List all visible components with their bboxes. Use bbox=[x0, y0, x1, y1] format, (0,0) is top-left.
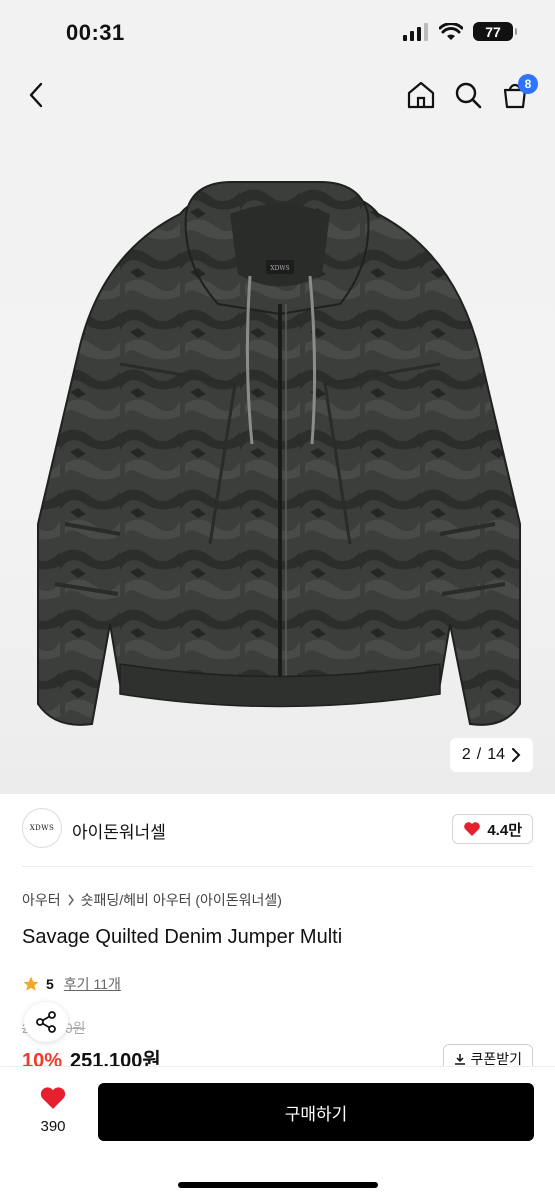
rating-row: 5 후기 11개 bbox=[22, 974, 121, 994]
breadcrumb: 아우터 숏패딩/헤비 아우터 (아이돈워너셀) bbox=[22, 890, 282, 910]
brand-like-count: 4.4만 bbox=[487, 821, 522, 839]
review-link[interactable]: 후기 11개 bbox=[64, 974, 121, 994]
rating-score: 5 bbox=[46, 976, 54, 992]
product-label-text: XDWS bbox=[270, 265, 289, 272]
bottom-action-bar: 390 구매하기 bbox=[0, 1066, 555, 1200]
page-current: 2 bbox=[461, 746, 471, 763]
share-icon bbox=[36, 1011, 56, 1033]
page-total: 14 bbox=[487, 746, 505, 763]
brand-row[interactable]: XDWS 아이돈워너셀 4.4만 bbox=[22, 808, 533, 854]
status-bar: 00:31 77 bbox=[0, 0, 555, 64]
product-title: Savage Quilted Denim Jumper Multi bbox=[22, 926, 343, 948]
brand-logo-text: XDWS bbox=[29, 824, 55, 832]
product-image-carousel[interactable]: 8 XDWS 2 / 14 bbox=[0, 64, 555, 794]
wishlist-count: 390 bbox=[40, 1118, 66, 1135]
chevron-right-icon bbox=[512, 748, 521, 762]
buy-button[interactable]: 구매하기 bbox=[98, 1083, 534, 1141]
status-time: 00:31 bbox=[66, 20, 125, 45]
brand-logo[interactable]: XDWS bbox=[22, 808, 62, 848]
status-icons: 77 bbox=[403, 22, 517, 41]
brand-name[interactable]: 아이돈워너셀 bbox=[72, 818, 166, 843]
product-photo: XDWS bbox=[37, 181, 521, 726]
battery-indicator: 77 bbox=[473, 22, 517, 41]
breadcrumb-item[interactable]: 숏패딩/헤비 아우터 (아이돈워너셀) bbox=[81, 890, 282, 910]
image-page-indicator[interactable]: 2 / 14 bbox=[449, 738, 533, 772]
brand-like-button[interactable]: 4.4만 bbox=[452, 814, 533, 844]
page-separator: / bbox=[476, 746, 482, 763]
share-button[interactable] bbox=[24, 1002, 68, 1042]
signal-icon bbox=[403, 22, 428, 41]
chevron-right-icon bbox=[68, 894, 74, 906]
heart-icon bbox=[464, 822, 481, 836]
home-indicator bbox=[178, 1182, 378, 1188]
wishlist-button[interactable]: 390 bbox=[30, 1085, 76, 1135]
breadcrumb-item[interactable]: 아우터 bbox=[22, 890, 61, 910]
divider bbox=[22, 866, 533, 867]
heart-icon bbox=[40, 1087, 66, 1109]
star-icon bbox=[23, 976, 39, 991]
download-icon bbox=[455, 1054, 466, 1065]
wifi-icon bbox=[439, 22, 463, 40]
